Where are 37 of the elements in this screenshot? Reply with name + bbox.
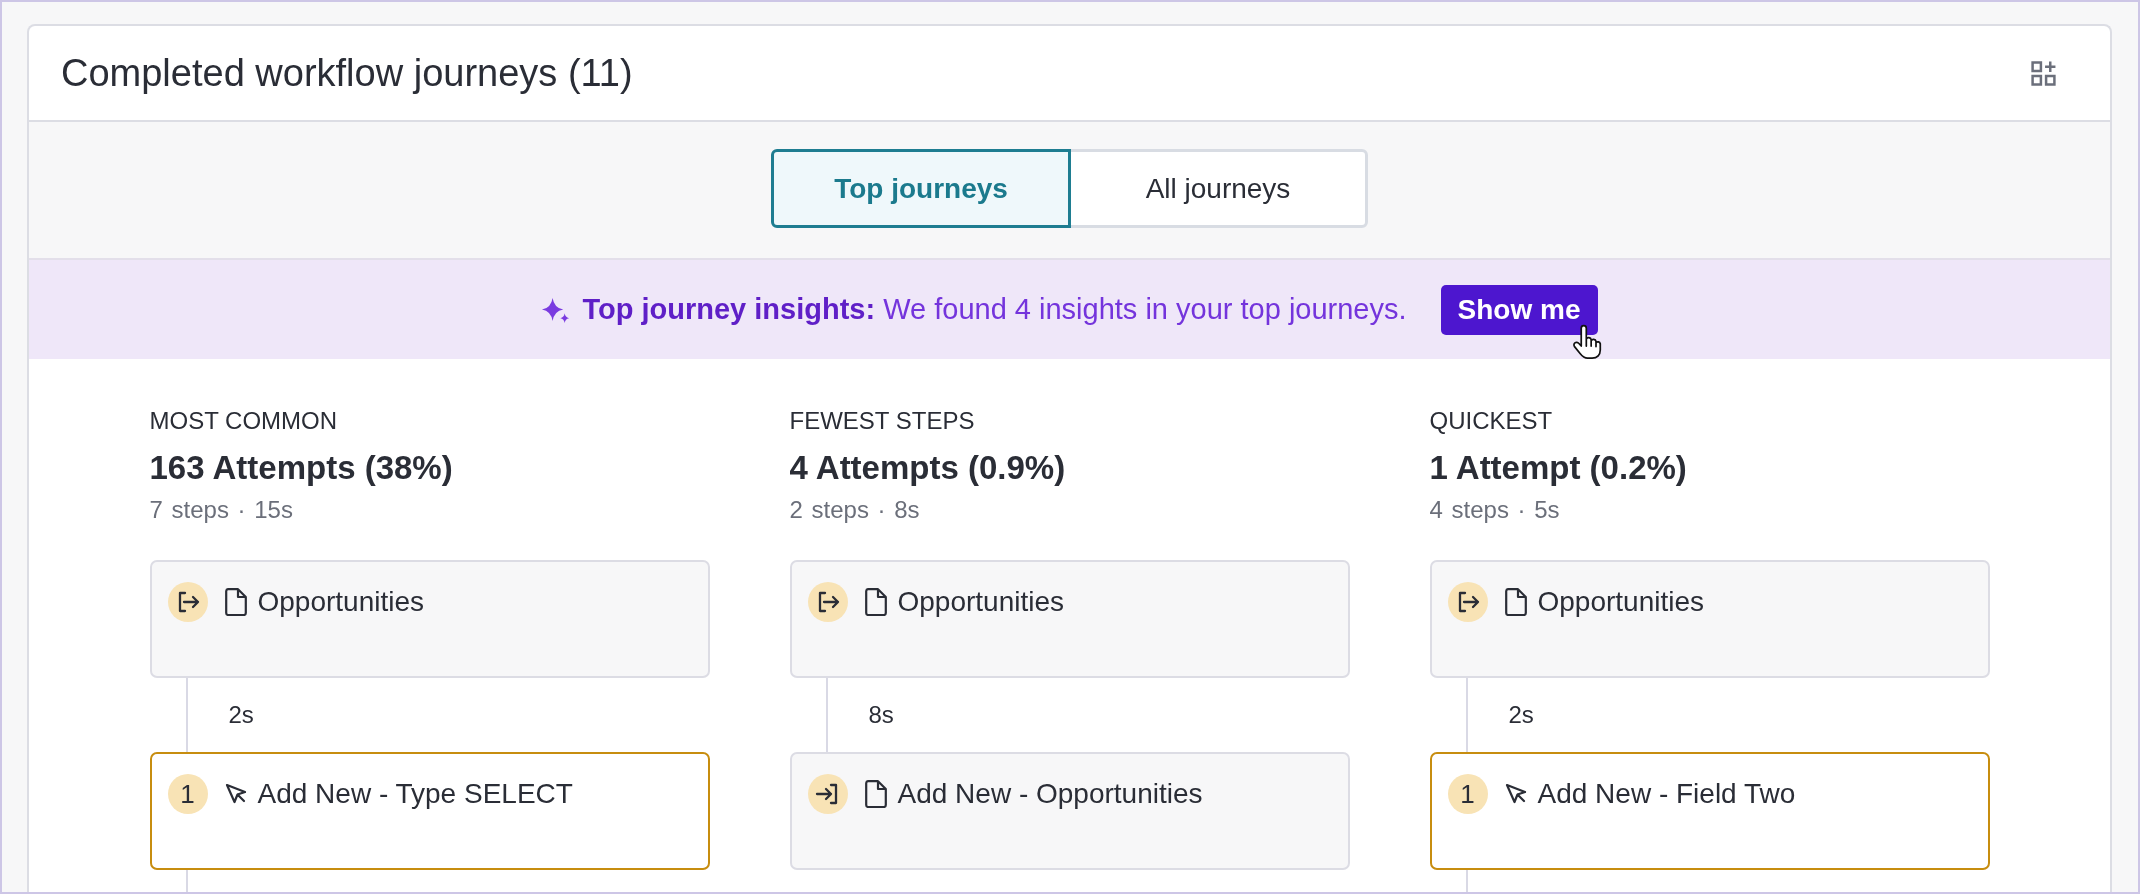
tab[interactable]: All journeys: [1068, 149, 1368, 228]
step-label: Add New - Field Two: [1537, 777, 1796, 811]
category-label: MOST COMMON: [149, 406, 338, 435]
card-title: Completed workflow journeys (11): [61, 50, 633, 96]
grid-plus-icon[interactable]: [2030, 59, 2057, 87]
step-card[interactable]: 1 Add New - Field Two: [1429, 752, 1990, 870]
sparkle-icon: [541, 295, 571, 324]
attempts-heading: 163 Attempts (38%): [149, 448, 453, 487]
attempts-heading: 4 Attempts (0.9%): [789, 448, 1066, 487]
attempts-heading: 1 Attempt (0.2%): [1429, 448, 1687, 487]
document-icon: [864, 780, 887, 808]
category-label: FEWEST STEPS: [789, 406, 975, 435]
step-duration: 2s: [228, 701, 254, 729]
show-me-button[interactable]: Show me: [1440, 284, 1598, 335]
step-duration: 8s: [868, 701, 894, 729]
step-card[interactable]: Opportunities: [1429, 560, 1990, 678]
document-icon: [224, 588, 247, 616]
journey-meta: 2 steps · 8s: [789, 495, 920, 524]
insight-text: Top journey insights: We found 4 insights in your top journeys.: [582, 293, 1407, 326]
journey-meta: 7 steps · 15s: [149, 495, 293, 524]
step-number: 1: [1447, 774, 1488, 814]
step-label: Add New - Opportunities: [897, 777, 1203, 811]
document-icon: [864, 588, 887, 616]
journey-meta: 4 steps · 5s: [1429, 495, 1560, 524]
step-duration: 2s: [1508, 701, 1534, 729]
tab[interactable]: Top journeys: [771, 149, 1071, 228]
step-label: Add New - Type SELECT: [257, 777, 573, 811]
step-label: Opportunities: [257, 585, 425, 619]
step-card[interactable]: Opportunities: [149, 560, 710, 678]
step-card[interactable]: Opportunities: [789, 560, 1350, 678]
step-number: 1: [167, 774, 208, 814]
step-label: Opportunities: [1537, 585, 1705, 619]
step-card[interactable]: 1 Add New - Type SELECT: [149, 752, 710, 870]
step-label: Opportunities: [897, 585, 1065, 619]
document-icon: [1504, 588, 1527, 616]
category-label: QUICKEST: [1429, 406, 1553, 435]
step-card[interactable]: Add New - Opportunities: [789, 752, 1350, 870]
